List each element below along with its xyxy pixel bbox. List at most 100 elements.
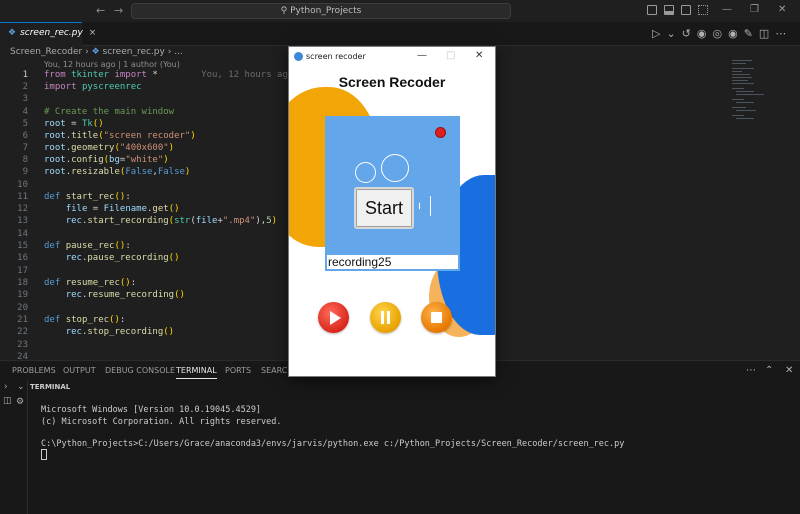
panel-tab-debug-console[interactable]: DEBUG CONSOLE	[105, 366, 175, 375]
line-number: 23	[17, 340, 28, 350]
resume-button[interactable]	[318, 302, 349, 333]
code-line-13: rec.start_recording(str(file+".mp4"),5)	[65, 216, 278, 226]
toggle-panel-icon[interactable]	[664, 5, 674, 15]
app-title-bar[interactable]: screen recoder — □ ✕	[289, 47, 495, 67]
terminal-line: C:\Python_Projects>C:/Users/Grace/anacon…	[41, 439, 625, 449]
breadcrumb-trail[interactable]: ...	[174, 47, 183, 57]
line-number: 21	[17, 315, 28, 325]
panel-tab-ports[interactable]: PORTS	[225, 366, 251, 375]
line-number: 20	[17, 303, 28, 313]
line-number: 19	[17, 290, 28, 300]
app-window-title: screen recoder	[306, 52, 366, 61]
line-number: 11	[17, 192, 28, 202]
panel-tab-terminal[interactable]: TERMINAL	[176, 366, 217, 379]
stop-button[interactable]	[421, 302, 452, 333]
film-reel-icon	[381, 154, 409, 182]
arrow-right-icon[interactable]: →	[114, 4, 123, 17]
code-line-16: rec.pause_recording()	[65, 253, 180, 263]
code-line-21: def stop_rec():	[44, 315, 126, 325]
command-center-search[interactable]: ⚲ Python_Projects	[131, 3, 511, 19]
minimize-icon[interactable]: —	[722, 4, 732, 15]
maximize-panel-icon[interactable]: ⌃	[765, 365, 773, 376]
stop-icon	[431, 312, 442, 323]
app-heading: Screen Recoder	[338, 74, 446, 90]
panel-tab-output[interactable]: OUTPUT	[63, 366, 96, 375]
terminal-line: Microsoft Windows [Version 10.0.19045.45…	[41, 405, 262, 415]
line-number: 9	[22, 167, 28, 177]
codelens-author[interactable]: You, 12 hours ago | 1 author (You)	[44, 60, 180, 69]
line-number: 22	[17, 327, 28, 337]
line-number: 8	[22, 155, 28, 165]
close-panel-icon[interactable]: ✕	[785, 365, 793, 376]
breadcrumb-file[interactable]: screen_rec.py	[103, 47, 165, 57]
app-close-icon[interactable]: ✕	[475, 50, 483, 61]
line-number: 1	[22, 70, 28, 80]
customize-layout-icon[interactable]	[698, 5, 708, 15]
terminal-line: (c) Microsoft Corporation. All rights re…	[41, 417, 282, 427]
code-line-19: rec.resume_recording()	[65, 290, 185, 300]
breadcrumb: Screen_Recoder › ❖ screen_rec.py › ...	[10, 47, 183, 57]
terminal-cursor[interactable]	[41, 449, 47, 460]
code-line-9: root.resizable(False,False)	[44, 167, 191, 177]
camera-illustration: Start	[325, 116, 460, 254]
code-line-22: rec.stop_recording()	[65, 327, 175, 337]
toggle-secondary-sidebar-icon[interactable]	[681, 5, 691, 15]
recording-indicator-icon	[435, 127, 446, 138]
line-number: 5	[22, 119, 28, 129]
pause-icon	[381, 311, 384, 324]
line-number: 10	[17, 180, 28, 190]
terminal-instance-icon[interactable]: ◫	[3, 396, 12, 406]
line-number: 18	[17, 278, 28, 288]
python-file-icon: ❖	[91, 47, 100, 57]
close-window-icon[interactable]: ✕	[778, 4, 786, 15]
app-minimize-icon[interactable]: —	[417, 50, 427, 61]
toggle-sidebar-icon[interactable]	[647, 5, 657, 15]
film-reel-icon	[355, 162, 376, 183]
code-line-11: def start_rec():	[44, 192, 131, 202]
code-line-2: import pyscreenrec	[44, 82, 142, 92]
line-number: 17	[17, 266, 28, 276]
line-number: 12	[17, 204, 28, 214]
screen-recoder-window[interactable]: screen recoder — □ ✕ Screen Recoder Star…	[288, 46, 496, 377]
code-line-15: def pause_rec():	[44, 241, 131, 251]
code-line-12: file = Filename.get()	[65, 204, 180, 214]
run-debug-toolbar[interactable]: ▷⌄↺◉◎◉✎◫⋯	[652, 27, 792, 40]
code-line-8: root.config(bg="white")	[44, 155, 169, 165]
python-terminal-icon[interactable]: ⚙	[16, 397, 24, 407]
camera-lens-icon	[419, 196, 431, 216]
chevron-down-icon[interactable]: ⌄	[17, 382, 25, 392]
tab-screen-rec[interactable]: ❖ screen_rec.py ×	[0, 22, 96, 46]
app-maximize-icon: □	[446, 50, 456, 61]
start-button[interactable]: Start	[354, 187, 414, 229]
code-line-4: # Create the main window	[44, 107, 175, 117]
code-line-5: root = Tk()	[44, 119, 104, 129]
line-number: 15	[17, 241, 28, 251]
terminal-section-label: TERMINAL	[30, 383, 71, 391]
line-number: 7	[22, 143, 28, 153]
search-text: Python_Projects	[290, 6, 362, 16]
code-line-6: root.title("screen recoder")	[44, 131, 196, 141]
code-line-7: root.geometry("400x600")	[44, 143, 175, 153]
chevron-right-icon[interactable]: ›	[4, 382, 8, 392]
filename-input[interactable]: recording25	[325, 253, 460, 271]
line-number: 3	[22, 94, 28, 104]
pause-button[interactable]	[370, 302, 401, 333]
line-number: 13	[17, 216, 28, 226]
more-actions-icon[interactable]: ⋯	[746, 365, 756, 376]
code-line-18: def resume_rec():	[44, 278, 137, 288]
editor-scrollbar[interactable]	[790, 58, 800, 360]
panel-tab-problems[interactable]: PROBLEMS	[12, 366, 56, 375]
close-tab-icon[interactable]: ×	[89, 28, 97, 38]
arrow-left-icon[interactable]: ←	[96, 4, 105, 17]
python-file-icon: ❖	[8, 28, 17, 38]
minimap[interactable]	[728, 58, 788, 138]
line-number: 14	[17, 229, 28, 239]
line-number: 4	[22, 107, 28, 117]
breadcrumb-folder[interactable]: Screen_Recoder	[10, 47, 82, 57]
line-number: 2	[22, 82, 28, 92]
play-icon	[330, 311, 341, 325]
tab-label: screen_rec.py	[20, 28, 83, 38]
maximize-icon[interactable]: ❐	[750, 4, 759, 15]
line-number: 16	[17, 253, 28, 263]
line-number: 6	[22, 131, 28, 141]
